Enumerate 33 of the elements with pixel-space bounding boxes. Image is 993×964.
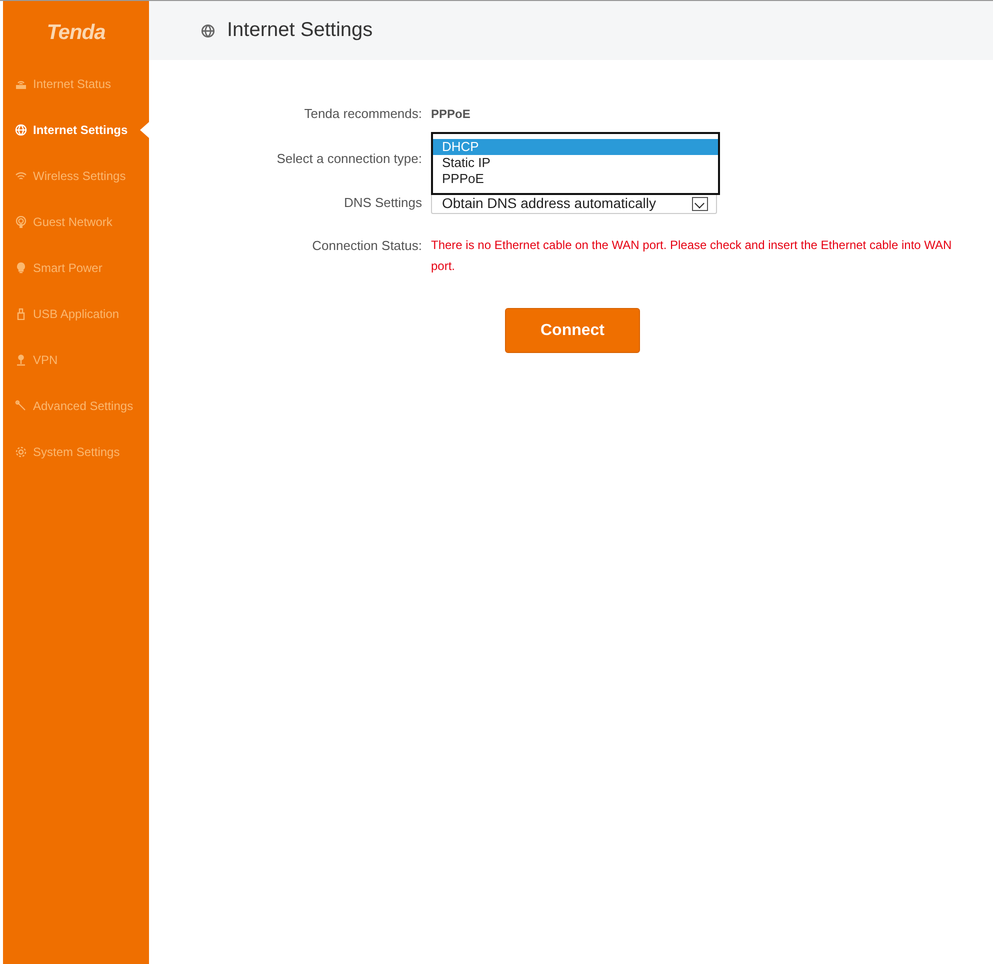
field-label: DNS Settings <box>342 194 423 210</box>
connection-type-menu[interactable]: DHCP Static IP PPPoE <box>431 132 720 195</box>
list-option[interactable]: PPPoE <box>433 171 718 187</box>
sidebar-item[interactable]: System Settings <box>33 445 120 459</box>
connect-button[interactable]: Connect <box>505 308 640 353</box>
logo: Tenda <box>46 20 106 46</box>
sidebar-item[interactable]: USB Application <box>33 307 120 321</box>
sidebar-item[interactable]: Smart Power <box>33 261 102 275</box>
sidebar-item[interactable]: VPN <box>33 353 58 367</box>
field-label: Tenda recommends: <box>303 106 423 121</box>
wrench-icon <box>15 400 27 412</box>
person-icon <box>15 354 27 366</box>
sidebar-item[interactable]: Advanced Settings <box>33 399 134 413</box>
sidebar-item[interactable]: Guest Network <box>33 215 112 229</box>
sidebar-item[interactable]: Wireless Settings <box>33 169 126 183</box>
sidebar-item[interactable]: Internet Status <box>33 77 112 91</box>
list-option[interactable]: Static IP <box>433 155 718 171</box>
list-option[interactable]: DHCP <box>433 139 718 155</box>
wifi-icon <box>15 170 27 182</box>
gear-icon <box>15 446 27 458</box>
field-label: Connection Status: <box>311 238 423 253</box>
router-icon <box>15 78 27 90</box>
signal-icon <box>15 216 27 228</box>
bulb-icon <box>15 262 27 274</box>
status-message: There is no Ethernet cable on the WAN port. Please check and insert the Ethernet cable into WAN port. <box>431 237 953 275</box>
usb-icon <box>15 308 27 320</box>
globe-icon <box>201 24 215 38</box>
selection-pointer-icon <box>140 122 149 138</box>
recommended-value: PPPoE <box>431 107 470 121</box>
globe-icon <box>15 124 27 136</box>
field-label: Select a connection type: <box>276 151 423 166</box>
sidebar-item[interactable]: Internet Settings <box>33 123 128 137</box>
page-title: Internet Settings <box>227 19 373 42</box>
